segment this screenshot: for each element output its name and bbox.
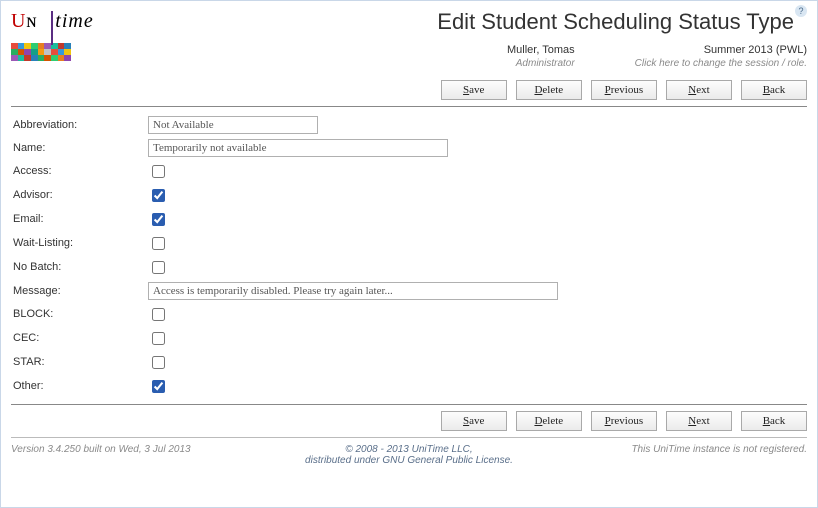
logo-time-text: time xyxy=(55,10,93,32)
page-title: Edit Student Scheduling Status Type xyxy=(437,9,794,35)
header: Uɴɪtime Edit Student Scheduling Status T… xyxy=(11,7,807,70)
logo-color-grid xyxy=(11,43,71,61)
button-row-top: Save Delete Previous Next Back xyxy=(11,80,807,100)
waitlisting-checkbox[interactable] xyxy=(152,237,165,250)
next-button-bottom[interactable]: Next xyxy=(666,411,732,431)
access-checkbox[interactable] xyxy=(152,165,165,178)
message-input[interactable] xyxy=(148,282,558,300)
abbreviation-input[interactable] xyxy=(148,116,318,134)
footer-copyright-2: distributed under GNU General Public Lic… xyxy=(305,455,513,466)
nobatch-checkbox[interactable] xyxy=(152,261,165,274)
label-waitlisting: Wait-Listing: xyxy=(11,231,146,255)
user-role: Administrator xyxy=(507,57,575,70)
delete-button[interactable]: Delete xyxy=(516,80,582,100)
back-button[interactable]: Back xyxy=(741,80,807,100)
label-access: Access: xyxy=(11,159,146,183)
label-email: Email: xyxy=(11,207,146,231)
label-message: Message: xyxy=(11,279,146,302)
email-checkbox[interactable] xyxy=(152,213,165,226)
label-block: BLOCK: xyxy=(11,302,146,326)
footer: Version 3.4.250 built on Wed, 3 Jul 2013… xyxy=(11,444,807,466)
save-button[interactable]: Save xyxy=(441,80,507,100)
advisor-checkbox[interactable] xyxy=(152,189,165,202)
save-button-bottom[interactable]: Save xyxy=(441,411,507,431)
logo: Uɴɪtime xyxy=(11,7,131,61)
label-star: STAR: xyxy=(11,350,146,374)
back-button-bottom[interactable]: Back xyxy=(741,411,807,431)
user-name: Muller, Tomas xyxy=(507,43,575,57)
star-checkbox[interactable] xyxy=(152,356,165,369)
form-table: Abbreviation: Name: Access: Advisor: Ema… xyxy=(11,113,807,398)
label-nobatch: No Batch: xyxy=(11,255,146,279)
footer-registration: This UniTime instance is not registered. xyxy=(577,444,807,466)
divider-top xyxy=(11,106,807,107)
block-checkbox[interactable] xyxy=(152,308,165,321)
help-icon[interactable]: ? xyxy=(795,5,807,17)
delete-button-bottom[interactable]: Delete xyxy=(516,411,582,431)
divider-bottom xyxy=(11,404,807,405)
label-advisor: Advisor: xyxy=(11,183,146,207)
previous-button[interactable]: Previous xyxy=(591,80,657,100)
other-checkbox[interactable] xyxy=(152,380,165,393)
next-button[interactable]: Next xyxy=(666,80,732,100)
button-row-bottom: Save Delete Previous Next Back xyxy=(11,411,807,431)
previous-button-bottom[interactable]: Previous xyxy=(591,411,657,431)
session-name[interactable]: Summer 2013 (PWL) xyxy=(635,43,807,57)
footer-version: Version 3.4.250 built on Wed, 3 Jul 2013 xyxy=(11,444,241,466)
label-cec: CEC: xyxy=(11,326,146,350)
page-root: Uɴɪtime Edit Student Scheduling Status T… xyxy=(0,0,818,508)
footer-copyright-1: © 2008 - 2013 UniTime LLC, xyxy=(345,444,472,455)
label-other: Other: xyxy=(11,374,146,398)
divider-footer xyxy=(11,437,807,438)
cec-checkbox[interactable] xyxy=(152,332,165,345)
user-session-row: Muller, Tomas Administrator Summer 2013 … xyxy=(131,43,807,70)
name-input[interactable] xyxy=(148,139,448,157)
label-abbreviation: Abbreviation: xyxy=(11,113,146,136)
session-hint[interactable]: Click here to change the session / role. xyxy=(635,57,807,70)
label-name: Name: xyxy=(11,136,146,159)
